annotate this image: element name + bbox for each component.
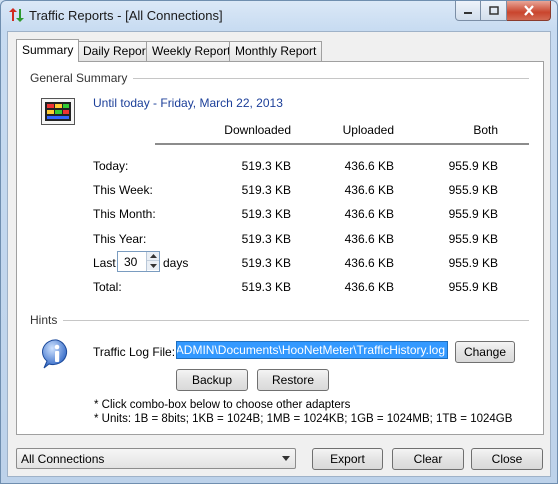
traffic-log-label: Traffic Log File: <box>93 345 176 359</box>
info-icon <box>42 339 68 369</box>
downloaded-value: 519.3 KB <box>241 183 291 197</box>
log-file-path-field[interactable]: C:\Users\ADMIN\Documents\HooNetMeter\Tra… <box>176 341 448 359</box>
both-value: 955.9 KB <box>448 232 498 246</box>
row-label: This Week: <box>93 183 153 197</box>
minimize-icon <box>464 11 472 14</box>
minimize-button[interactable] <box>455 1 481 21</box>
close-window-button[interactable] <box>507 1 551 21</box>
window-title: Traffic Reports - [All Connections] <box>29 8 223 23</box>
tab-summary[interactable]: Summary <box>16 39 80 62</box>
restore-button[interactable]: Restore <box>257 369 329 391</box>
uploaded-value: 436.6 KB <box>344 280 394 294</box>
downloaded-value: 519.3 KB <box>241 159 291 173</box>
title-bar[interactable]: Traffic Reports - [All Connections] <box>1 1 557 31</box>
report-chart-icon <box>41 98 75 125</box>
export-button[interactable]: Export <box>312 448 383 470</box>
general-summary-heading: General Summary <box>30 71 134 85</box>
both-value: 955.9 KB <box>448 159 498 173</box>
tab-daily-report[interactable]: Daily Report <box>77 41 156 61</box>
summary-panel: General Summary Until today - Friday, Ma… <box>16 61 544 435</box>
row-label: Total: <box>93 280 122 294</box>
row-label: Last <box>93 256 116 270</box>
log-file-path: C:\Users\ADMIN\Documents\HooNetMeter\Tra… <box>176 343 445 357</box>
client-area: Summary Daily Report Weekly Report Month… <box>7 31 551 477</box>
tab-monthly-report[interactable]: Monthly Report <box>229 41 323 61</box>
maximize-icon <box>488 6 499 15</box>
downloaded-value: 519.3 KB <box>241 232 291 246</box>
both-value: 955.9 KB <box>448 183 498 197</box>
traffic-arrows-icon <box>9 8 24 22</box>
both-value: 955.9 KB <box>448 207 498 221</box>
uploaded-value: 436.6 KB <box>344 232 394 246</box>
spin-up-button[interactable] <box>147 252 159 261</box>
days-spinner[interactable]: 30 <box>117 251 160 272</box>
chevron-up-icon <box>149 254 157 258</box>
tab-weekly-report[interactable]: Weekly Report <box>146 41 237 61</box>
both-value: 955.9 KB <box>448 280 498 294</box>
downloaded-value: 519.3 KB <box>241 256 291 270</box>
row-label: This Month: <box>93 207 156 221</box>
change-button[interactable]: Change <box>455 341 515 363</box>
col-header-downloaded: Downloaded <box>224 123 291 137</box>
uploaded-value: 436.6 KB <box>344 207 394 221</box>
adapter-selected-value: All Connections <box>21 452 105 466</box>
row-label: Today: <box>93 159 129 173</box>
maximize-button[interactable] <box>481 1 507 21</box>
close-icon <box>523 5 534 16</box>
spin-down-button[interactable] <box>147 261 159 270</box>
hints-heading: Hints <box>30 313 64 327</box>
col-header-both: Both <box>473 123 498 137</box>
downloaded-value: 519.3 KB <box>241 207 291 221</box>
downloaded-value: 519.3 KB <box>241 280 291 294</box>
traffic-reports-window: Traffic Reports - [All Connections] Summ… <box>0 0 558 484</box>
backup-button[interactable]: Backup <box>176 369 248 391</box>
days-value[interactable]: 30 <box>124 255 137 269</box>
dropdown-arrow-icon <box>282 456 290 461</box>
col-header-uploaded: Uploaded <box>342 123 394 137</box>
hint-note-adapters: * Click combo-box below to choose other … <box>94 399 351 411</box>
clear-button[interactable]: Clear <box>392 448 464 470</box>
chevron-down-icon <box>149 263 157 268</box>
until-today-label: Until today - Friday, March 22, 2013 <box>93 96 283 110</box>
adapter-select[interactable]: All Connections <box>16 448 296 469</box>
both-value: 955.9 KB <box>448 256 498 270</box>
close-button[interactable]: Close <box>471 448 543 470</box>
row-label: This Year: <box>93 232 147 246</box>
uploaded-value: 436.6 KB <box>344 183 394 197</box>
uploaded-value: 436.6 KB <box>344 256 394 270</box>
hint-note-units: * Units: 1B = 8bits; 1KB = 1024B; 1MB = … <box>94 413 513 425</box>
uploaded-value: 436.6 KB <box>344 159 394 173</box>
header-divider <box>155 143 529 145</box>
days-suffix: days <box>163 256 189 270</box>
